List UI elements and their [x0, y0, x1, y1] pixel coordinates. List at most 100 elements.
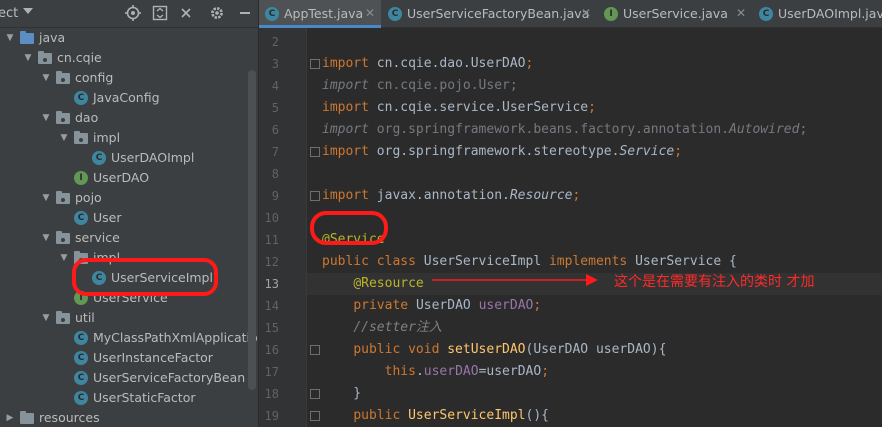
- package-icon: [56, 231, 70, 244]
- tab-label: UserDAOImpl.java: [778, 6, 882, 21]
- package-icon: [74, 131, 88, 144]
- tab-label: UserService.java: [623, 6, 728, 21]
- tree-item[interactable]: C UserDAOImpl: [0, 148, 258, 168]
- code-token: this: [384, 364, 416, 379]
- tab-apptest[interactable]: C AppTest.java ✕: [259, 0, 381, 28]
- tree-item-label: UserDAO: [93, 170, 150, 185]
- chevron-down-icon[interactable]: ▼: [40, 191, 52, 205]
- tab-userservice[interactable]: I UserService.java ✕: [598, 0, 752, 28]
- hide-icon[interactable]: [236, 5, 254, 23]
- chevron-down-icon[interactable]: ▼: [58, 251, 70, 265]
- code-line[interactable]: import org.springframework.stereotype.Se…: [307, 141, 882, 163]
- chevron-down-icon[interactable]: ▼: [22, 51, 34, 65]
- chevron-down-icon[interactable]: ▼: [40, 311, 52, 325]
- code-line[interactable]: import cn.cqie.dao.UserDAO;: [307, 53, 882, 75]
- code-line[interactable]: import cn.cqie.pojo.User;: [307, 75, 882, 97]
- code-token: ;: [572, 188, 581, 203]
- code-token: //setter注入: [353, 320, 442, 335]
- tree-item[interactable]: ▼ java: [0, 28, 258, 48]
- chevron-down-icon[interactable]: ▼: [4, 31, 16, 45]
- folder-icon: [20, 411, 34, 424]
- interface-icon: I: [604, 7, 618, 21]
- tree-item[interactable]: C UserServiceFactoryBean: [0, 368, 258, 388]
- code-line[interactable]: private UserDAO userDAO;: [307, 295, 882, 317]
- expand-all-icon[interactable]: [151, 5, 169, 23]
- code-line[interactable]: [307, 163, 882, 185]
- code-line[interactable]: [307, 207, 882, 229]
- tree-item[interactable]: ▼ service: [0, 228, 258, 248]
- tree-item-label: dao: [75, 110, 99, 125]
- gear-icon[interactable]: [208, 5, 226, 23]
- tree-item[interactable]: ▶ resources: [0, 408, 258, 427]
- class-icon: C: [92, 151, 106, 165]
- code-line[interactable]: public UserServiceImpl(){: [307, 405, 882, 427]
- code-token: ;: [541, 364, 550, 379]
- chevron-down-icon[interactable]: ▼: [58, 131, 70, 145]
- tree-item[interactable]: ▼ util: [0, 308, 258, 328]
- code-line[interactable]: public void setUserDAO(UserDAO userDAO){: [307, 339, 882, 361]
- code-line[interactable]: import javax.annotation.Resource;: [307, 185, 882, 207]
- code-token: UserService {: [635, 254, 737, 269]
- tree-item-label: UserServiceFactoryBean: [93, 370, 246, 385]
- package-icon: [56, 191, 70, 204]
- code-token: ;: [799, 122, 808, 137]
- code-line[interactable]: @Service: [307, 229, 882, 251]
- close-icon[interactable]: ✕: [581, 6, 591, 20]
- code-line[interactable]: [307, 31, 882, 53]
- code-token: (){: [525, 408, 549, 423]
- tree-item[interactable]: ▼ cn.cqie: [0, 48, 258, 68]
- package-icon: [56, 111, 70, 124]
- editor-tabs: C AppTest.java ✕ C UserServiceFactoryBean.ja…: [259, 0, 882, 28]
- class-icon: C: [74, 211, 88, 225]
- tree-item[interactable]: I UserDAO: [0, 168, 258, 188]
- code-line[interactable]: import cn.cqie.service.UserService;: [307, 97, 882, 119]
- code-line[interactable]: import org.springframework.beans.factory…: [307, 119, 882, 141]
- chevron-down-icon[interactable]: ▼: [40, 231, 52, 245]
- project-view-title[interactable]: ect: [0, 6, 18, 21]
- code-token: import: [322, 188, 377, 203]
- code-line[interactable]: this.userDAO=userDAO;: [307, 361, 882, 383]
- code-token: import: [322, 78, 377, 93]
- tab-userservicefactorybean[interactable]: C UserServiceFactoryBean.java ✕: [382, 0, 597, 28]
- collapse-all-icon[interactable]: [177, 5, 195, 23]
- chevron-down-icon[interactable]: ▼: [40, 71, 52, 85]
- package-icon: [56, 311, 70, 324]
- code-token: cn.cqie.service.UserService: [376, 100, 589, 115]
- tree-item[interactable]: C UserInstanceFactor: [0, 348, 258, 368]
- tree-item-label: JavaConfig: [93, 90, 160, 105]
- tree-item[interactable]: ▼ dao: [0, 108, 258, 128]
- tab-userdaoimpl[interactable]: C UserDAOImpl.java: [753, 0, 882, 28]
- code-token: setUserDAO: [447, 342, 526, 357]
- line-number: 19: [264, 409, 279, 423]
- tree-item[interactable]: ▼ impl: [0, 128, 258, 148]
- tree-item-label: java: [39, 30, 66, 45]
- project-tree: ▼ java ▼ cn.cqie ▼ config C JavaConfig ▼ dao ▼ impl…: [0, 28, 258, 427]
- code-view[interactable]: import cn.cqie.dao.UserDAO; import cn.cqi…: [307, 28, 882, 427]
- annotation-note: 这个是在需要有注入的类时 才加: [614, 274, 815, 290]
- close-icon[interactable]: ✕: [365, 6, 375, 20]
- tree-scrollbar[interactable]: [248, 70, 256, 390]
- tree-item[interactable]: ▼ config: [0, 68, 258, 88]
- crosshair-icon[interactable]: [124, 5, 142, 23]
- code-line[interactable]: }: [307, 383, 882, 405]
- tree-item[interactable]: C UserStaticFactor: [0, 388, 258, 408]
- chevron-down-icon[interactable]: ▼: [40, 111, 52, 125]
- tree-item[interactable]: C JavaConfig: [0, 88, 258, 108]
- code-token: import: [322, 122, 377, 137]
- close-icon[interactable]: ✕: [736, 6, 746, 20]
- line-number: 10: [264, 211, 279, 225]
- tree-item[interactable]: C MyClassPathXmlApplicationC: [0, 328, 258, 348]
- chevron-right-icon[interactable]: ▶: [4, 411, 16, 425]
- tree-item-label: util: [75, 310, 95, 325]
- chevron-down-icon[interactable]: [23, 8, 33, 14]
- line-gutter: 2 3 4 5 6 7 8 9 10 11 12 13 14 15 16 17 18 19: [259, 28, 320, 427]
- line-number: 5: [271, 101, 279, 115]
- code-line[interactable]: //setter注入: [307, 317, 882, 339]
- tree-item[interactable]: C User: [0, 208, 258, 228]
- tree-item-label: UserStaticFactor: [93, 390, 196, 405]
- code-token: implements: [548, 254, 636, 269]
- code-token: Autowired: [729, 122, 800, 137]
- tree-item[interactable]: ▼ pojo: [0, 188, 258, 208]
